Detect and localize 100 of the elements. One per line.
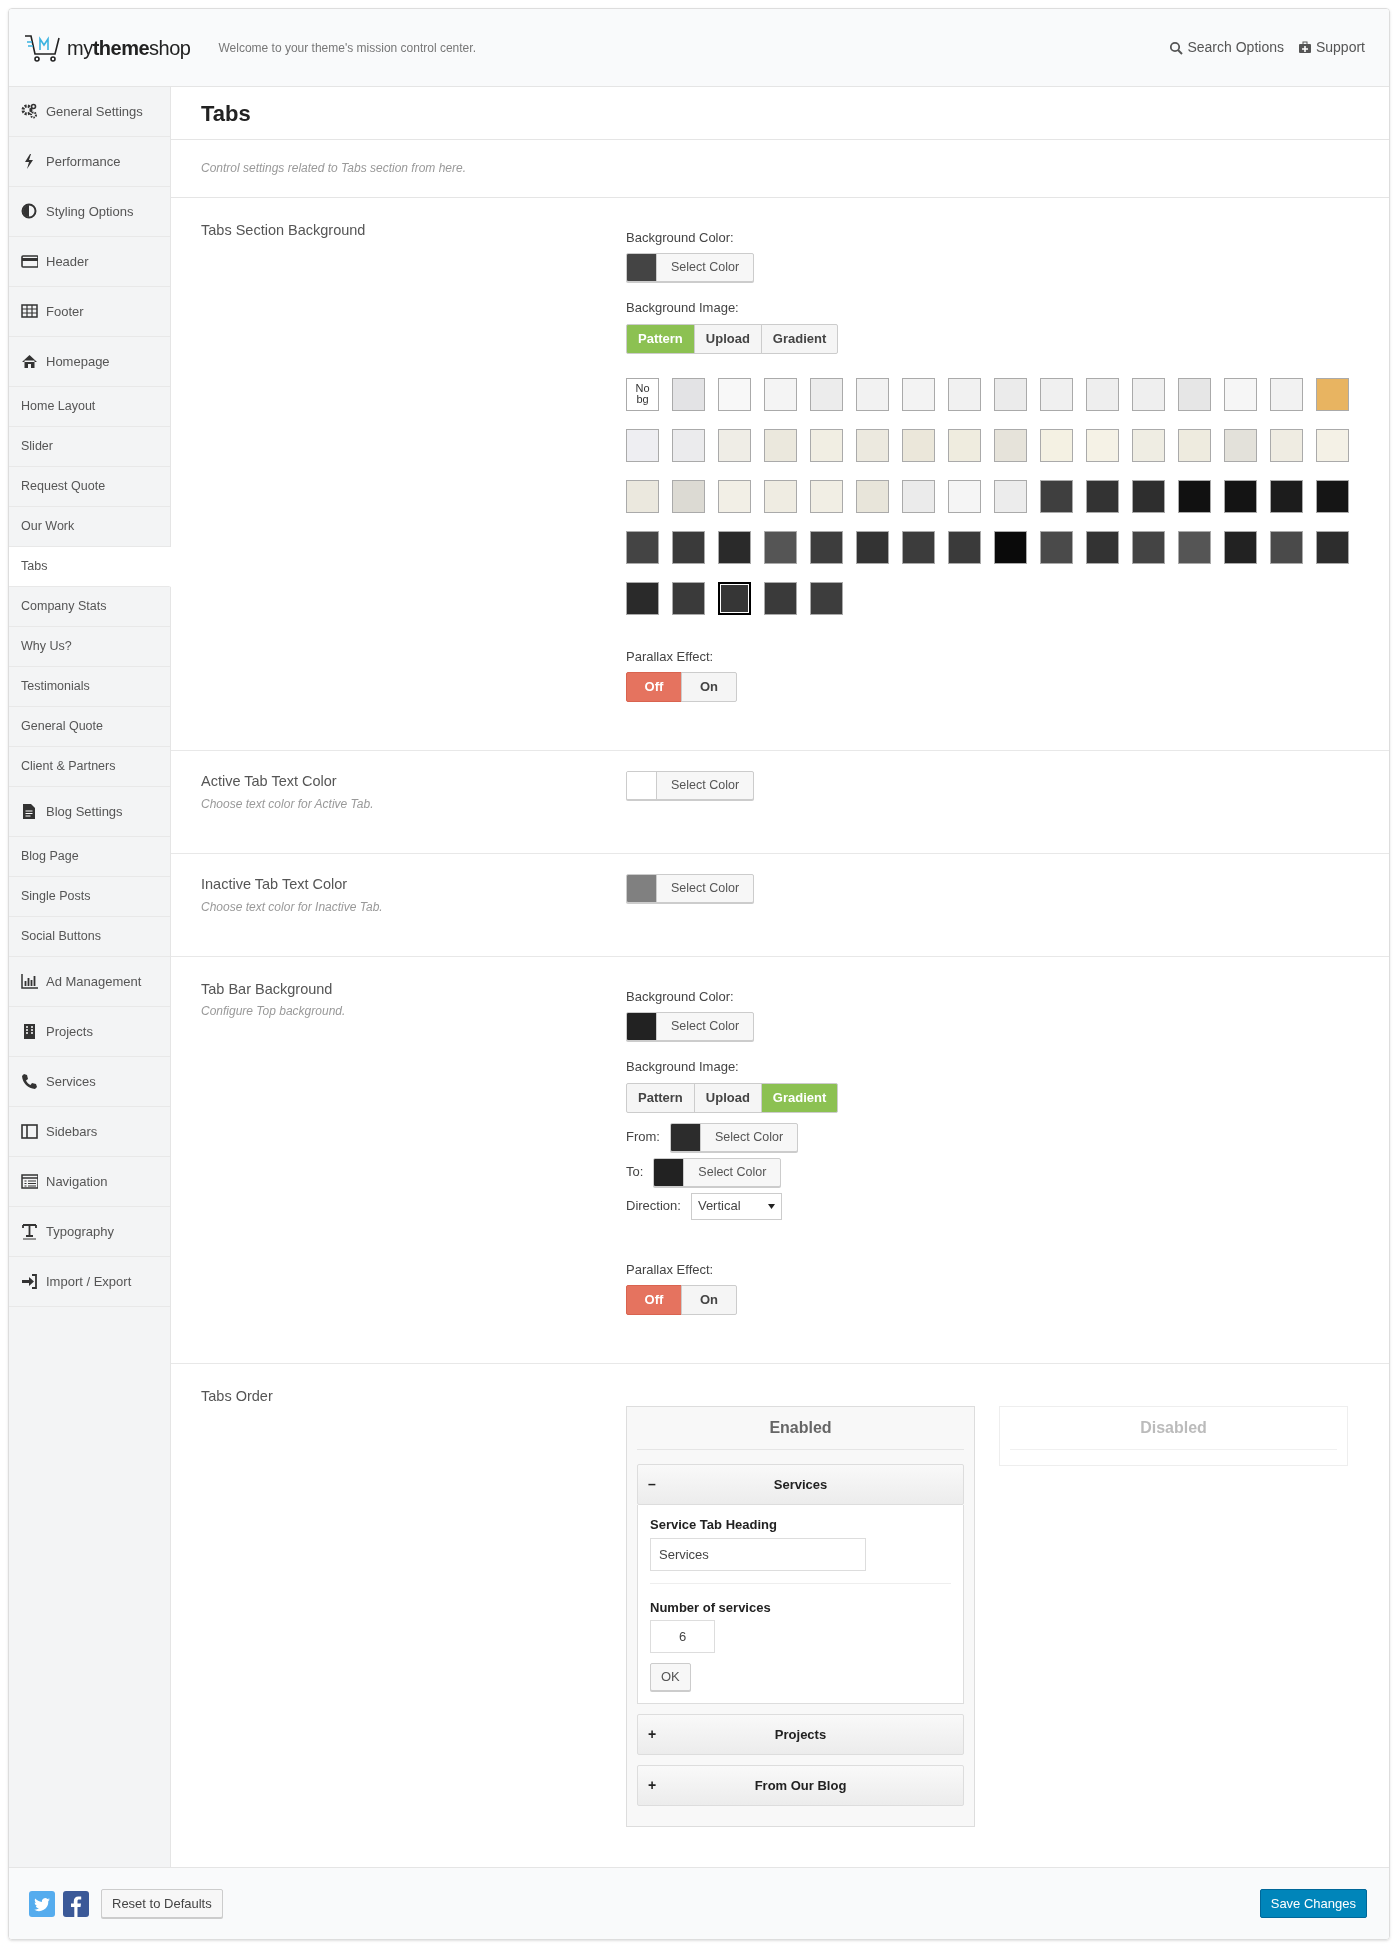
pattern-swatch[interactable] [1224, 377, 1257, 411]
pattern-swatch[interactable] [626, 581, 659, 615]
pattern-swatch[interactable] [718, 530, 751, 564]
pattern-swatch[interactable] [1178, 377, 1211, 411]
field-label: Background Color: [626, 987, 735, 1006]
pattern-swatch[interactable] [1040, 479, 1073, 513]
pattern-swatch[interactable] [994, 479, 1027, 513]
pattern-swatch[interactable] [626, 530, 659, 564]
save-button[interactable]: Save Changes [1259, 1889, 1367, 1918]
pattern-swatch[interactable] [1132, 479, 1165, 513]
pattern-swatch[interactable] [1178, 479, 1211, 513]
pattern-swatch[interactable] [626, 479, 659, 513]
pattern-swatch[interactable] [948, 377, 981, 411]
pattern-swatch[interactable] [764, 479, 797, 513]
input-field[interactable]: 6 [650, 1620, 715, 1653]
image-tab[interactable]: Pattern [626, 1082, 695, 1113]
setting-label: Tab Bar Background [201, 979, 334, 999]
pattern-swatch[interactable] [948, 428, 981, 462]
pattern-swatch[interactable] [672, 581, 705, 615]
pattern-swatch[interactable] [718, 428, 751, 462]
pattern-swatch[interactable] [1086, 377, 1119, 411]
pattern-swatch[interactable] [1040, 377, 1073, 411]
pattern-swatch[interactable] [1132, 377, 1165, 411]
parallax-toggle[interactable]: On [681, 1285, 737, 1315]
pattern-swatch[interactable] [764, 581, 797, 615]
header-link[interactable]: Support [1297, 37, 1365, 58]
pattern-swatch[interactable] [810, 530, 843, 564]
item-title: From Our Blog [754, 1776, 847, 1795]
pattern-swatch[interactable] [1132, 428, 1165, 462]
pattern-swatch[interactable] [902, 428, 935, 462]
direction-dropdown[interactable]: Vertical [690, 1192, 782, 1220]
pattern-swatch[interactable] [1086, 479, 1119, 513]
pattern-swatch[interactable] [1178, 428, 1211, 462]
input-field[interactable]: Services [650, 1537, 866, 1571]
pattern-swatch[interactable] [902, 377, 935, 411]
pattern-swatch[interactable] [902, 479, 935, 513]
reset-button[interactable]: Reset to Defaults [101, 1889, 223, 1918]
pattern-swatch[interactable] [1316, 530, 1349, 564]
pattern-swatch[interactable] [1132, 530, 1165, 564]
parallax-toggle[interactable]: On [681, 672, 737, 702]
pattern-swatch[interactable] [1040, 428, 1073, 462]
pattern-swatch[interactable] [626, 428, 659, 462]
pattern-swatch[interactable] [948, 530, 981, 564]
pattern-swatch[interactable] [810, 479, 843, 513]
pattern-swatch[interactable] [1224, 428, 1257, 462]
sidebar-item[interactable]: Tabs [9, 547, 171, 587]
image-tab[interactable]: Upload [693, 1082, 762, 1113]
pattern-swatch[interactable] [902, 530, 935, 564]
home-icon [21, 353, 38, 370]
pattern-swatch[interactable] [1316, 377, 1349, 411]
pattern-swatch[interactable] [994, 428, 1027, 462]
pattern-swatch[interactable] [1270, 377, 1303, 411]
sortable-item-header[interactable]: – Services [637, 1464, 964, 1505]
sortable-item-header[interactable]: + From Our Blog [637, 1765, 964, 1806]
color-picker-button[interactable]: Select Color [669, 1122, 799, 1152]
pattern-swatch[interactable]: No bg [626, 377, 659, 411]
pattern-swatch[interactable] [1086, 530, 1119, 564]
pattern-swatch[interactable] [1270, 530, 1303, 564]
pattern-swatch[interactable] [994, 530, 1027, 564]
color-picker-button[interactable]: Select Color [626, 873, 755, 903]
pattern-swatch[interactable] [810, 428, 843, 462]
pattern-swatch[interactable] [672, 479, 705, 513]
pattern-swatch[interactable] [718, 581, 751, 615]
pattern-swatch[interactable] [856, 377, 889, 411]
pattern-swatch[interactable] [718, 479, 751, 513]
pattern-swatch[interactable] [1316, 479, 1349, 513]
pattern-swatch[interactable] [718, 377, 751, 411]
color-picker-button[interactable]: Select Color [626, 253, 755, 282]
ok-button[interactable]: OK [650, 1663, 691, 1691]
header-link[interactable]: Search Options [1169, 37, 1284, 58]
pattern-swatch[interactable] [1040, 530, 1073, 564]
pattern-swatch[interactable] [672, 428, 705, 462]
pattern-swatch[interactable] [810, 581, 843, 615]
pattern-swatch[interactable] [672, 530, 705, 564]
pattern-swatch[interactable] [810, 377, 843, 411]
pattern-swatch[interactable] [1224, 530, 1257, 564]
setting-hint: Choose text color for Active Tab. [201, 795, 375, 813]
pattern-swatch[interactable] [1178, 530, 1211, 564]
pattern-swatch[interactable] [1270, 479, 1303, 513]
pattern-swatch[interactable] [856, 479, 889, 513]
pattern-swatch[interactable] [764, 530, 797, 564]
sortable-item-header[interactable]: + Projects [637, 1714, 964, 1755]
color-picker-button[interactable]: Select Color [626, 771, 755, 800]
pattern-swatch[interactable] [1270, 428, 1303, 462]
color-picker-button[interactable]: Select Color [626, 1012, 755, 1041]
image-tab[interactable]: Upload [693, 323, 762, 354]
logo[interactable]: mythemeshop [23, 31, 191, 64]
pattern-swatch[interactable] [672, 377, 705, 411]
image-tab[interactable]: Gradient [760, 323, 839, 354]
pattern-swatch[interactable] [856, 428, 889, 462]
pattern-swatch[interactable] [764, 377, 797, 411]
pattern-swatch[interactable] [1224, 479, 1257, 513]
pattern-swatch[interactable] [1316, 428, 1349, 462]
pattern-swatch[interactable] [948, 479, 981, 513]
pattern-swatch[interactable] [1086, 428, 1119, 462]
color-picker-button[interactable]: Select Color [653, 1157, 782, 1187]
button-label: Select Color [670, 879, 741, 897]
pattern-swatch[interactable] [856, 530, 889, 564]
pattern-swatch[interactable] [994, 377, 1027, 411]
pattern-swatch[interactable] [764, 428, 797, 462]
